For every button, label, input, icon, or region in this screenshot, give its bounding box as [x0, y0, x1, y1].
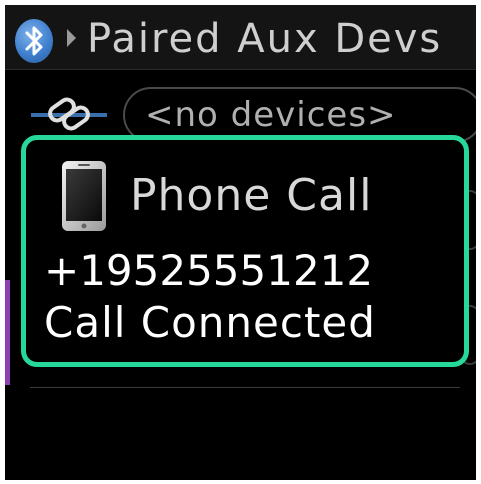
popup-title: Phone Call — [130, 170, 373, 221]
phone-icon — [61, 160, 107, 236]
caller-number: +19525551212 — [44, 246, 374, 295]
link-icon — [29, 95, 109, 139]
call-status: Call Connected — [44, 298, 376, 347]
header-bar: Paired Aux Devs — [5, 5, 476, 70]
device-screen: Paired Aux Devs <no devices> Phone Call … — [5, 5, 476, 480]
selection-accent — [5, 280, 10, 385]
no-devices-label: <no devices> — [145, 95, 397, 135]
page-title: Paired Aux Devs — [87, 16, 443, 62]
breadcrumb-arrow-icon — [67, 29, 76, 47]
divider — [30, 387, 460, 388]
bluetooth-icon — [15, 19, 53, 63]
phone-call-popup[interactable]: Phone Call +19525551212 Call Connected — [21, 135, 469, 367]
